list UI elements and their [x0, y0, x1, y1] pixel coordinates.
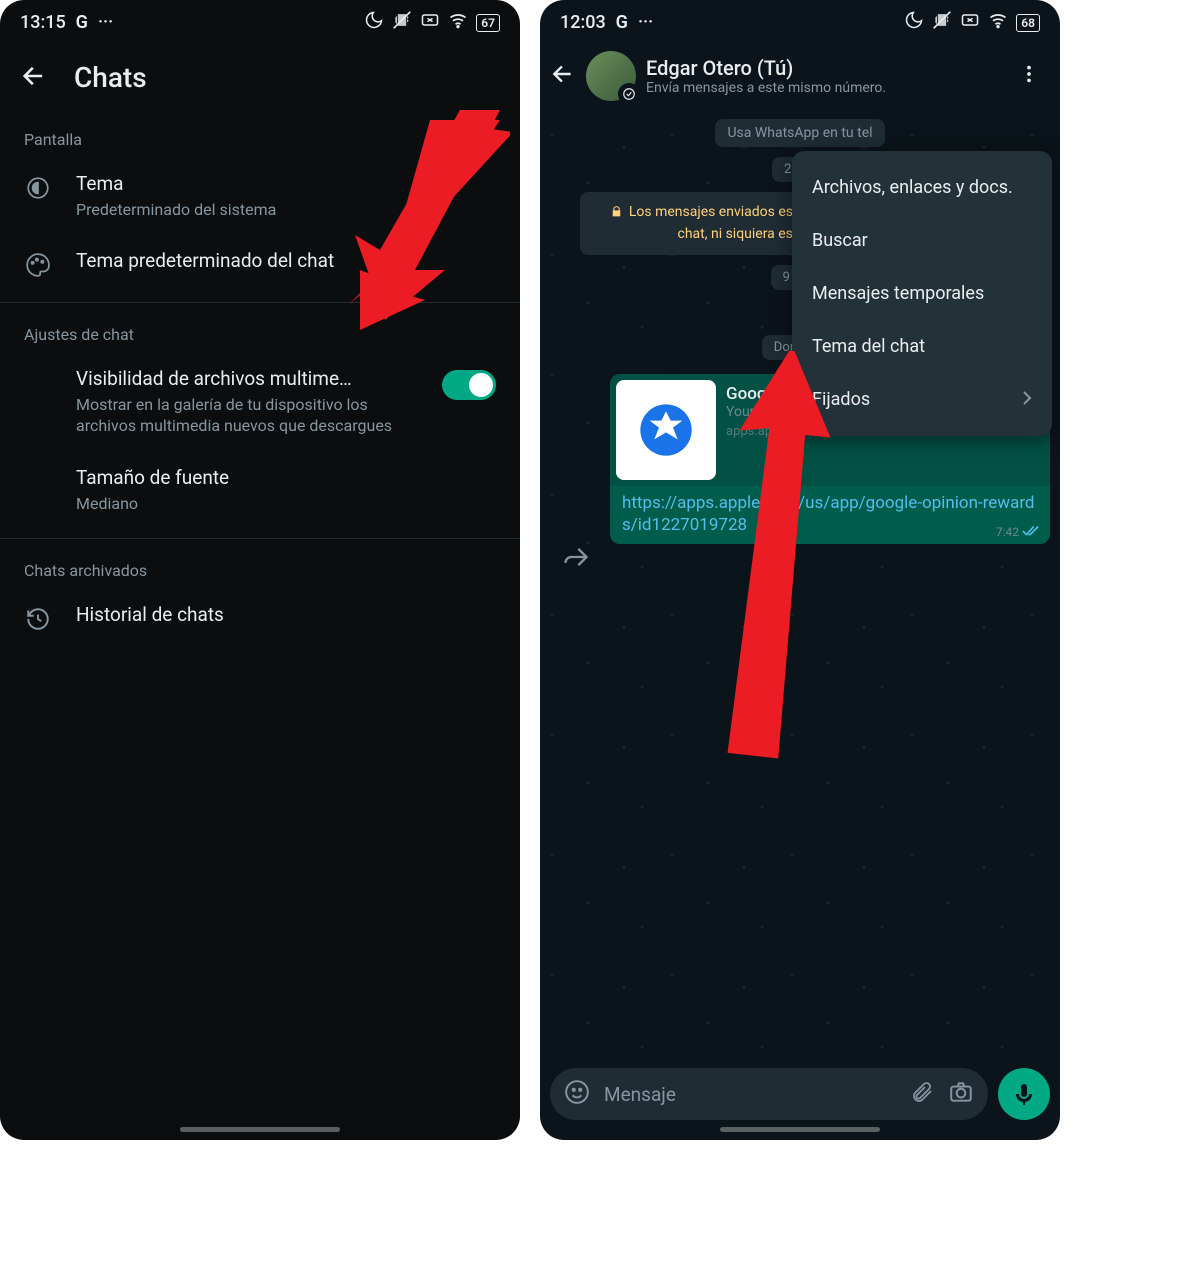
system-chip: Usa WhatsApp en tu tel [715, 119, 884, 147]
chat-header: Edgar Otero (Tú) Envía mensajes a este m… [540, 41, 1060, 111]
chat-header-text[interactable]: Edgar Otero (Tú) Envía mensajes a este m… [646, 56, 1000, 96]
more-dots: ··· [98, 12, 113, 33]
more-menu-icon[interactable] [1010, 55, 1048, 97]
wifi-icon [448, 10, 468, 35]
setting-sub: Mostrar en la galería de tu dispositivo … [76, 394, 418, 437]
settings-screen: 13:15 G ··· 67 Chats Pantalla [0, 0, 520, 1140]
signal-x-icon [420, 10, 440, 35]
chat-body: Usa WhatsApp en tu tel 23 de Los mensaje… [540, 111, 1060, 1060]
avatar[interactable] [586, 51, 636, 101]
vibrate-off-icon [392, 10, 412, 35]
google-icon: G [76, 12, 88, 33]
section-ajustes: Ajustes de chat Visibilidad de archivos … [0, 313, 520, 528]
status-time: 13:15 [20, 12, 66, 33]
mic-button[interactable] [998, 1068, 1050, 1120]
page-title: Chats [74, 61, 147, 94]
annotation-arrow [350, 110, 520, 340]
chat-screen: 12:03 G ··· 68 Edgar Otero (Tú) Envía me… [540, 0, 1060, 1140]
setting-title: Tamaño de fuente [76, 465, 496, 491]
menu-item-temp-messages[interactable]: Mensajes temporales [792, 267, 1052, 320]
brightness-icon [24, 171, 52, 201]
moon-icon [904, 10, 924, 35]
back-icon[interactable] [550, 61, 576, 91]
battery-icon: 68 [1016, 14, 1040, 32]
app-bar: Chats [0, 41, 520, 118]
chat-subtitle: Envía mensajes a este mismo número. [646, 80, 1000, 96]
history-icon [24, 602, 52, 632]
more-dots: ··· [638, 12, 653, 33]
section-archivados: Chats archivados Historial de chats [0, 549, 520, 646]
status-time: 12:03 [560, 12, 606, 33]
chat-name: Edgar Otero (Tú) [646, 56, 1000, 80]
status-bar: 13:15 G ··· 67 [0, 0, 520, 41]
setting-fuente[interactable]: Tamaño de fuente Mediano [0, 451, 520, 528]
status-bar: 12:03 G ··· 68 [540, 0, 1060, 41]
toggle-on[interactable] [442, 370, 496, 400]
lock-icon [610, 204, 623, 224]
menu-item-search[interactable]: Buscar [792, 214, 1052, 267]
battery-icon: 67 [476, 14, 500, 32]
input-placeholder: Mensaje [604, 1083, 896, 1106]
emoji-icon[interactable] [564, 1079, 590, 1109]
setting-title: Visibilidad de archivos multime… [76, 366, 418, 392]
message-time: 7:42 [996, 525, 1040, 540]
vibrate-off-icon [932, 10, 952, 35]
nav-pill [180, 1127, 340, 1132]
signal-x-icon [960, 10, 980, 35]
setting-historial[interactable]: Historial de chats [0, 588, 520, 646]
setting-visibilidad[interactable]: Visibilidad de archivos multime… Mostrar… [0, 352, 520, 451]
nav-pill [720, 1127, 880, 1132]
read-ticks-icon [1022, 525, 1040, 540]
back-icon[interactable] [20, 62, 48, 94]
annotation-arrow [640, 351, 840, 771]
chevron-right-icon [1022, 389, 1032, 410]
attach-icon[interactable] [910, 1080, 934, 1108]
divider [0, 538, 520, 539]
menu-item-media[interactable]: Archivos, enlaces y docs. [792, 161, 1052, 214]
self-badge-icon [618, 83, 640, 105]
section-label: Chats archivados [0, 549, 520, 588]
forward-icon[interactable] [562, 543, 590, 575]
moon-icon [364, 10, 384, 35]
wifi-icon [988, 10, 1008, 35]
message-input[interactable]: Mensaje [550, 1068, 988, 1120]
setting-title: Historial de chats [76, 602, 496, 628]
google-icon: G [616, 12, 628, 33]
camera-icon[interactable] [948, 1079, 974, 1109]
palette-icon [24, 248, 52, 278]
setting-sub: Mediano [76, 493, 496, 515]
